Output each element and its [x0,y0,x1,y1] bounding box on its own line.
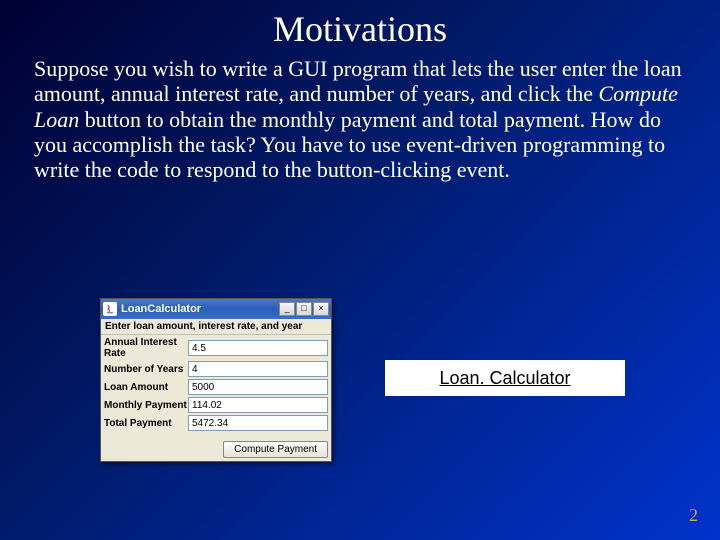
form-row: Total Payment [104,415,328,431]
loan-amount-input[interactable] [188,379,328,395]
loan-calculator-window: LoanCalculator _ □ × Enter loan amount, … [100,298,332,462]
form-row: Monthly Payment [104,397,328,413]
minimize-button[interactable]: _ [279,302,295,316]
java-icon [103,302,117,316]
body-pre: Suppose you wish to write a GUI program … [34,56,682,106]
form-row: Number of Years [104,361,328,377]
total-payment-output[interactable] [188,415,328,431]
field-label: Loan Amount [104,382,188,393]
body-post: button to obtain the monthly payment and… [34,107,665,183]
years-input[interactable] [188,361,328,377]
slide-title: Motivations [0,0,720,56]
slide-body: Suppose you wish to write a GUI program … [0,56,720,182]
field-label: Monthly Payment [104,400,188,411]
close-button[interactable]: × [313,302,329,316]
instruction-label: Enter loan amount, interest rate, and ye… [101,319,331,335]
window-title: LoanCalculator [121,303,279,315]
page-number: 2 [689,505,698,526]
field-label: Total Payment [104,418,188,429]
monthly-payment-output[interactable] [188,397,328,413]
window-titlebar[interactable]: LoanCalculator _ □ × [101,299,331,319]
field-label: Annual Interest Rate [104,337,188,359]
link-box[interactable]: Loan. Calculator [385,360,625,396]
form-row: Annual Interest Rate [104,337,328,359]
loan-calculator-link[interactable]: Loan. Calculator [439,368,570,389]
field-label: Number of Years [104,364,188,375]
annual-interest-input[interactable] [188,340,328,356]
maximize-button[interactable]: □ [296,302,312,316]
form-row: Loan Amount [104,379,328,395]
button-row: Compute Payment [101,437,331,461]
window-controls: _ □ × [279,302,329,316]
compute-payment-button[interactable]: Compute Payment [223,441,328,458]
form-body: Annual Interest Rate Number of Years Loa… [101,335,331,437]
